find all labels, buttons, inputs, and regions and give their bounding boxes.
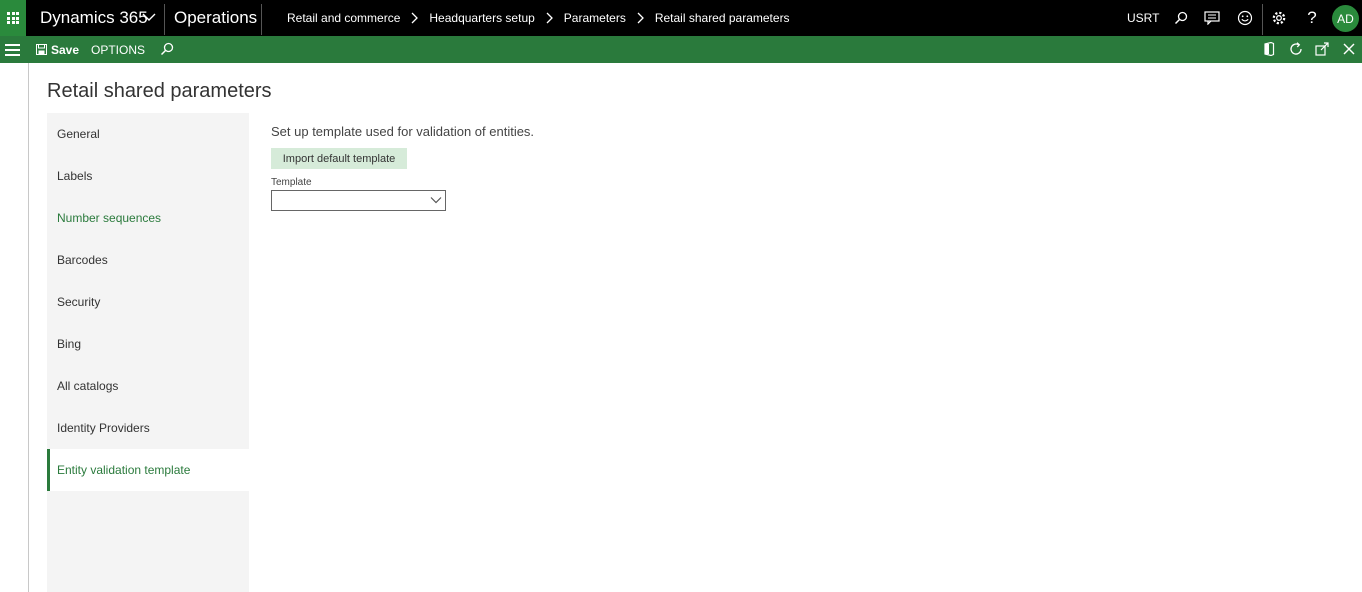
hamburger-icon[interactable]: [5, 44, 20, 56]
save-icon: [36, 44, 47, 55]
refresh-icon[interactable]: [1288, 41, 1304, 57]
close-icon[interactable]: [1341, 41, 1357, 57]
office-icon[interactable]: [1261, 41, 1277, 57]
breadcrumb-item[interactable]: Retail shared parameters: [655, 11, 790, 25]
save-button[interactable]: Save: [36, 36, 79, 63]
avatar[interactable]: AD: [1332, 5, 1359, 32]
popout-icon[interactable]: [1314, 41, 1330, 57]
divider: [261, 4, 262, 35]
divider: [1262, 4, 1263, 35]
waffle-icon[interactable]: [0, 0, 26, 36]
nav-item-general[interactable]: General: [47, 113, 249, 155]
action-bar: Save OPTIONS: [0, 36, 1362, 63]
nav-item-identity-providers[interactable]: Identity Providers: [47, 407, 249, 449]
company-picker[interactable]: USRT: [1127, 0, 1159, 36]
options-button[interactable]: OPTIONS: [91, 36, 145, 63]
nav-item-bing[interactable]: Bing: [47, 323, 249, 365]
chevron-right-icon: [637, 12, 644, 24]
divider: [164, 4, 165, 35]
section-description: Set up template used for validation of e…: [271, 124, 535, 139]
top-navigation-bar: Dynamics 365 Operations Retail and comme…: [0, 0, 1362, 36]
smiley-icon[interactable]: [1236, 9, 1254, 27]
nav-item-labels[interactable]: Labels: [47, 155, 249, 197]
template-field-label: Template: [271, 177, 312, 188]
nav-item-entity-validation-template[interactable]: Entity validation template: [47, 449, 249, 491]
help-icon[interactable]: ?: [1303, 8, 1321, 27]
chevron-right-icon: [546, 12, 553, 24]
breadcrumb-item[interactable]: Parameters: [564, 11, 626, 25]
search-icon[interactable]: [159, 41, 175, 57]
nav-item-all-catalogs[interactable]: All catalogs: [47, 365, 249, 407]
nav-item-barcodes[interactable]: Barcodes: [47, 239, 249, 281]
search-icon[interactable]: [1172, 9, 1190, 27]
breadcrumb: Retail and commerce Headquarters setup P…: [287, 0, 790, 36]
app-name[interactable]: Dynamics 365: [40, 0, 148, 36]
navigation-rail: [28, 63, 29, 592]
template-combobox[interactable]: [271, 190, 446, 211]
chevron-down-icon[interactable]: [142, 10, 156, 24]
breadcrumb-item[interactable]: Retail and commerce: [287, 11, 400, 25]
module-name[interactable]: Operations: [174, 0, 257, 36]
nav-item-security[interactable]: Security: [47, 281, 249, 323]
section-navigation: General Labels Number sequences Barcodes…: [47, 113, 249, 592]
nav-item-number-sequences[interactable]: Number sequences: [47, 197, 249, 239]
page-title: Retail shared parameters: [47, 80, 272, 102]
breadcrumb-item[interactable]: Headquarters setup: [429, 11, 534, 25]
import-default-template-button[interactable]: Import default template: [271, 148, 407, 169]
chevron-down-icon[interactable]: [430, 194, 442, 206]
gear-icon[interactable]: [1270, 9, 1288, 27]
save-label: Save: [51, 42, 80, 57]
chat-icon[interactable]: [1203, 9, 1221, 27]
chevron-right-icon: [411, 12, 419, 24]
